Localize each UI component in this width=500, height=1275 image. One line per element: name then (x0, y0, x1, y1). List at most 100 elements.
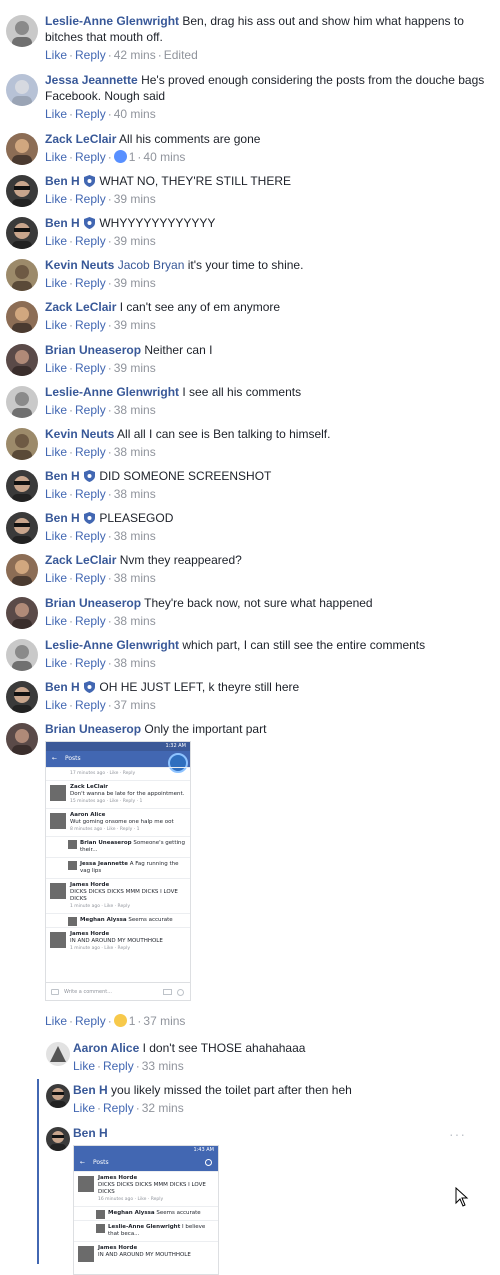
avatar[interactable] (6, 597, 38, 629)
avatar[interactable] (46, 1127, 70, 1151)
comment-author[interactable]: Ben H (45, 216, 80, 230)
avatar[interactable] (6, 301, 38, 333)
like-link[interactable]: Like (45, 487, 67, 501)
comment-author[interactable]: Ben H (45, 174, 80, 188)
comment-time[interactable]: 38 mins (114, 571, 156, 585)
like-link[interactable]: Like (45, 318, 67, 332)
like-link[interactable]: Like (45, 276, 67, 290)
comment-time[interactable]: 32 mins (142, 1101, 184, 1115)
reply-link[interactable]: Reply (75, 529, 106, 543)
reply-link[interactable]: Reply (75, 234, 106, 248)
reply-link[interactable]: Reply (75, 614, 106, 628)
avatar[interactable] (6, 15, 38, 47)
comment-time[interactable]: 38 mins (114, 614, 156, 628)
avatar[interactable] (6, 428, 38, 460)
like-link[interactable]: Like (45, 403, 67, 417)
reply-link[interactable]: Reply (75, 403, 106, 417)
avatar[interactable] (6, 133, 38, 165)
reply-link[interactable]: Reply (75, 276, 106, 290)
avatar[interactable] (6, 74, 38, 106)
reply-link[interactable]: Reply (75, 571, 106, 585)
avatar[interactable] (6, 175, 38, 207)
avatar[interactable] (6, 259, 38, 291)
reply-link[interactable]: Reply (75, 48, 106, 62)
comment-author[interactable]: Ben H (73, 1083, 108, 1097)
reply-link[interactable]: Reply (75, 361, 106, 375)
avatar[interactable] (6, 681, 38, 713)
comment-author[interactable]: Leslie-Anne Glenwright (45, 385, 179, 399)
comment-time[interactable]: 37 mins (114, 698, 156, 712)
reply-link[interactable]: Reply (75, 445, 106, 459)
reply-link[interactable]: Reply (103, 1101, 134, 1115)
like-link[interactable]: Like (45, 48, 67, 62)
like-link[interactable]: Like (45, 107, 67, 121)
avatar[interactable] (6, 723, 38, 755)
reply-link[interactable]: Reply (103, 1059, 134, 1073)
avatar[interactable] (46, 1042, 70, 1066)
reply-link[interactable]: Reply (75, 656, 106, 670)
comment-time[interactable]: 40 mins (114, 107, 156, 121)
comment-time[interactable]: 39 mins (114, 361, 156, 375)
comment-author[interactable]: Brian Uneaserop (45, 343, 141, 357)
comment-time[interactable]: 37 mins (143, 1014, 185, 1028)
avatar[interactable] (6, 470, 38, 502)
avatar[interactable] (46, 1084, 70, 1108)
comment-time[interactable]: 38 mins (114, 529, 156, 543)
reaction-count[interactable]: 1 (129, 1014, 136, 1028)
comment-author[interactable]: Zack LeClair (45, 300, 116, 314)
avatar[interactable] (6, 554, 38, 586)
comment-author[interactable]: Leslie-Anne Glenwright (45, 638, 179, 652)
comment-author[interactable]: Leslie-Anne Glenwright (45, 14, 179, 28)
reply-link[interactable]: Reply (75, 698, 106, 712)
like-link[interactable]: Like (45, 1014, 67, 1028)
comment-author[interactable]: Aaron Alice (73, 1041, 139, 1055)
avatar[interactable] (6, 217, 38, 249)
comment-time[interactable]: 39 mins (114, 234, 156, 248)
comment-time[interactable]: 39 mins (114, 318, 156, 332)
avatar[interactable] (6, 344, 38, 376)
attached-screenshot[interactable]: 1:43 AM ← Posts James Horde DICKS DICKS D… (73, 1145, 219, 1275)
comment-time[interactable]: 33 mins (142, 1059, 184, 1073)
reply-link[interactable]: Reply (75, 107, 106, 121)
like-link[interactable]: Like (45, 192, 67, 206)
comment-time[interactable]: 42 mins (114, 48, 156, 62)
avatar[interactable] (6, 386, 38, 418)
like-link[interactable]: Like (45, 361, 67, 375)
avatar[interactable] (6, 512, 38, 544)
like-link[interactable]: Like (45, 614, 67, 628)
comment-author[interactable]: Brian Uneaserop (45, 722, 141, 736)
haha-icon[interactable] (113, 1014, 127, 1027)
like-link[interactable]: Like (73, 1059, 95, 1073)
comment-author[interactable]: Ben H (45, 511, 80, 525)
like-link[interactable]: Like (45, 150, 67, 164)
avatar[interactable] (6, 639, 38, 671)
like-link[interactable]: Like (73, 1101, 95, 1115)
comment-author[interactable]: Brian Uneaserop (45, 596, 141, 610)
like-icon[interactable] (113, 150, 127, 163)
comment-author[interactable]: Zack LeClair (45, 132, 116, 146)
like-link[interactable]: Like (45, 656, 67, 670)
comment-author[interactable]: Ben H (73, 1126, 108, 1140)
reaction-count[interactable]: 1 (129, 150, 136, 164)
comment-author[interactable]: Ben H (45, 469, 80, 483)
reply-link[interactable]: Reply (75, 150, 106, 164)
comment-time[interactable]: 40 mins (143, 150, 185, 164)
like-link[interactable]: Like (45, 571, 67, 585)
comment-author[interactable]: Kevin Neuts (45, 258, 114, 272)
more-options-icon[interactable]: ··· (449, 1126, 466, 1142)
comment-time[interactable]: 39 mins (114, 276, 156, 290)
comment-author[interactable]: Jessa Jeannette (45, 73, 138, 87)
edited-label[interactable]: Edited (164, 48, 198, 62)
mention-link[interactable]: Jacob Bryan (118, 258, 185, 272)
comment-time[interactable]: 38 mins (114, 403, 156, 417)
comment-author[interactable]: Kevin Neuts (45, 427, 114, 441)
reply-link[interactable]: Reply (75, 318, 106, 332)
comment-time[interactable]: 39 mins (114, 192, 156, 206)
like-link[interactable]: Like (45, 234, 67, 248)
comment-author[interactable]: Ben H (45, 680, 80, 694)
comment-time[interactable]: 38 mins (114, 656, 156, 670)
like-link[interactable]: Like (45, 698, 67, 712)
reply-link[interactable]: Reply (75, 487, 106, 501)
comment-time[interactable]: 38 mins (114, 445, 156, 459)
comment-time[interactable]: 38 mins (114, 487, 156, 501)
